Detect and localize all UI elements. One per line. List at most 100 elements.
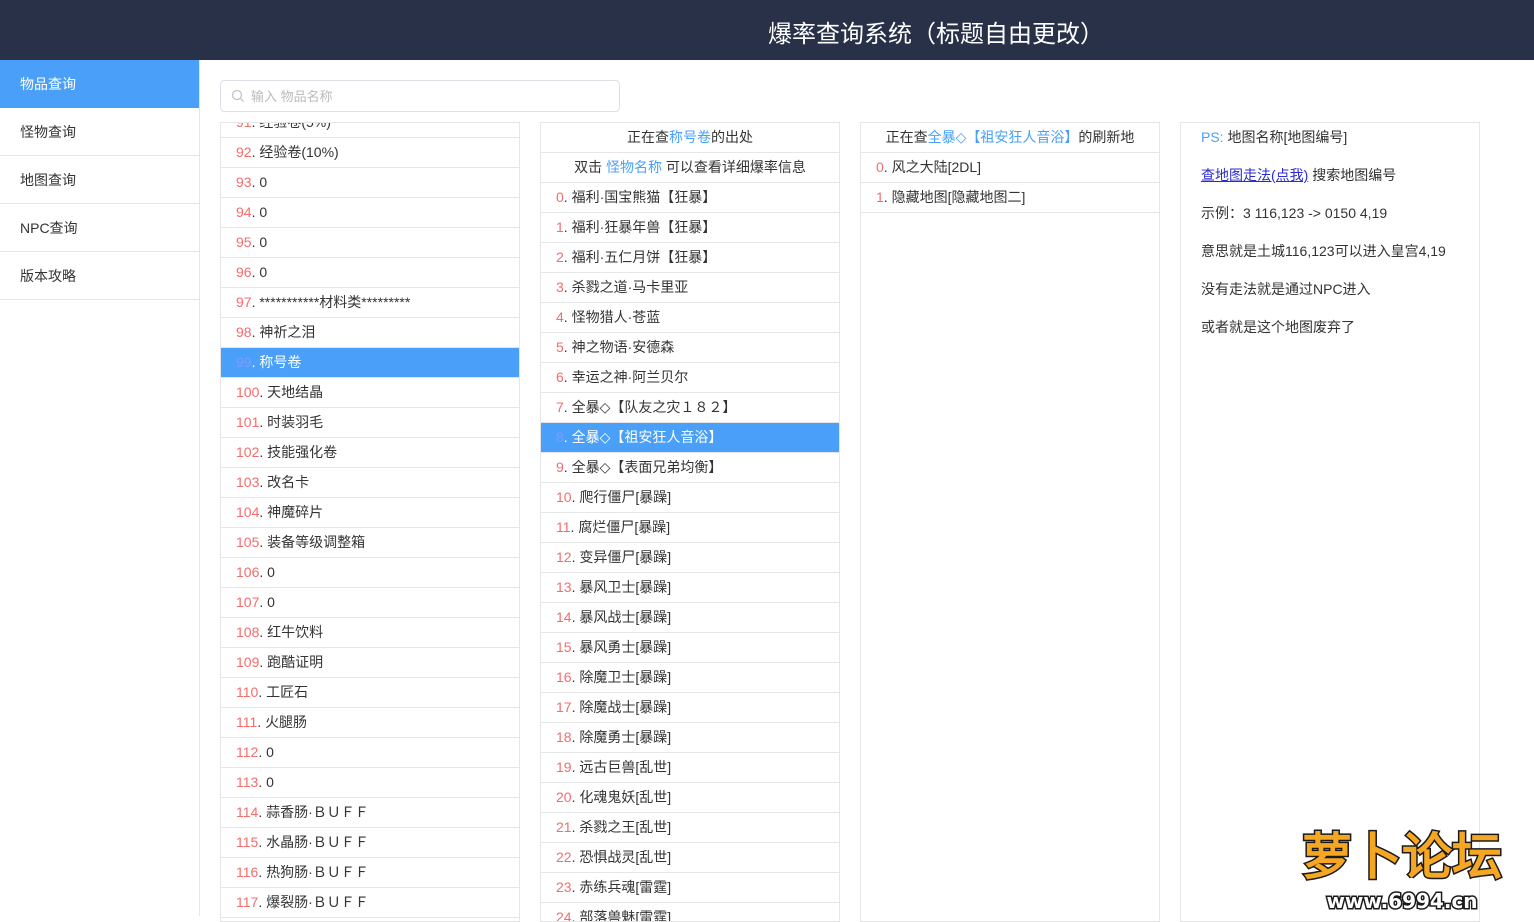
row-separator: . (563, 189, 572, 205)
item-row[interactable]: 116. 热狗肠·ＢＵＦＦ (221, 858, 519, 888)
monster-row[interactable]: 11. 腐烂僵尸[暴躁] (541, 513, 839, 543)
monster-row[interactable]: 9. 全暴◇【表面兄弟均衡】 (541, 453, 839, 483)
monster-row[interactable]: 19. 远古巨兽[乱世] (541, 753, 839, 783)
item-row[interactable]: 105. 装备等级调整箱 (221, 528, 519, 558)
monster-row[interactable]: 16. 除魔卫士[暴躁] (541, 663, 839, 693)
sidebar-item-npc-query[interactable]: NPC查询 (0, 204, 199, 252)
item-row[interactable]: 95. 0 (221, 228, 519, 258)
item-row[interactable]: 108. 红牛饮料 (221, 618, 519, 648)
row-name: 杀戮之王[乱世] (579, 819, 672, 835)
monster-row[interactable]: 7. 全暴◇【队友之灾１８２】 (541, 393, 839, 423)
row-name: 福利·狂暴年兽【狂暴】 (571, 219, 717, 235)
map-panel-header: 正在查全暴◇【祖安狂人音浴】的刷新地 (861, 123, 1159, 153)
monster-row[interactable]: 4. 怪物猎人·苍蓝 (541, 303, 839, 333)
monster-row[interactable]: 10. 爬行僵尸[暴躁] (541, 483, 839, 513)
map-route-link[interactable]: 查地图走法(点我) (1201, 167, 1308, 183)
row-separator: . (258, 684, 267, 700)
monster-row[interactable]: 3. 杀戮之道·马卡里亚 (541, 273, 839, 303)
item-row[interactable]: 111. 火腿肠 (221, 708, 519, 738)
monster-row[interactable]: 1. 福利·狂暴年兽【狂暴】 (541, 213, 839, 243)
row-index: 102 (236, 444, 260, 460)
item-row[interactable]: 94. 0 (221, 198, 519, 228)
monster-row[interactable]: 0. 福利·国宝熊猫【狂暴】 (541, 183, 839, 213)
item-row[interactable]: 112. 0 (221, 738, 519, 768)
item-row[interactable]: 96. 0 (221, 258, 519, 288)
row-name: 跑酷证明 (267, 654, 324, 670)
monster-row[interactable]: 2. 福利·五仁月饼【狂暴】 (541, 243, 839, 273)
item-row[interactable]: 110. 工匠石 (221, 678, 519, 708)
row-name: 赤练兵魂[雷霆] (579, 879, 672, 895)
item-list-panel[interactable]: 91. 经验卷(5%) 92. 经验卷(10%) 93. 0 94. 0 95. 0 96… (220, 122, 520, 922)
item-row[interactable]: 92. 经验卷(10%) (221, 138, 519, 168)
item-row[interactable]: 100. 天地结晶 (221, 378, 519, 408)
monster-row[interactable]: 17. 除魔战士[暴躁] (541, 693, 839, 723)
row-separator: . (563, 459, 572, 475)
monster-row[interactable]: 24. 部落兽魅[雷霆] (541, 903, 839, 921)
item-row[interactable]: 98. 神祈之泪 (221, 318, 519, 348)
map-row[interactable]: 1. 隐藏地图[隐藏地图二] (861, 183, 1159, 213)
sidebar-item-map-query[interactable]: 地图查询 (0, 156, 199, 204)
monster-row[interactable]: 13. 暴风卫士[暴躁] (541, 573, 839, 603)
map-list: 0. 风之大陆[2DL] 1. 隐藏地图[隐藏地图二] (861, 153, 1159, 213)
row-separator: . (258, 894, 267, 910)
row-index: 97 (236, 294, 252, 310)
sidebar-item-version-guide[interactable]: 版本攻略 (0, 252, 199, 300)
row-name: 天地结晶 (267, 384, 324, 400)
row-separator: . (883, 189, 892, 205)
item-row[interactable]: 117. 爆裂肠·ＢＵＦＦ (221, 888, 519, 918)
row-index: 112 (236, 744, 259, 760)
page-title: 爆率查询系统（标题自由更改） (768, 21, 1104, 48)
row-name: 装备等级调整箱 (267, 534, 366, 550)
sidebar-item-monster-query[interactable]: 怪物查询 (0, 108, 199, 156)
item-row[interactable]: 93. 0 (221, 168, 519, 198)
item-row[interactable]: 103. 改名卡 (221, 468, 519, 498)
row-name: 恐惧战灵[乱世] (579, 849, 672, 865)
row-name: 暴风战士[暴躁] (579, 609, 672, 625)
item-row[interactable]: 106. 0 (221, 558, 519, 588)
item-row[interactable]: 115. 水晶肠·ＢＵＦＦ (221, 828, 519, 858)
monster-row[interactable]: 22. 恐惧战灵[乱世] (541, 843, 839, 873)
row-name: 化魂鬼妖[乱世] (579, 789, 672, 805)
row-index: 18 (556, 729, 572, 745)
hint-prefix: 双击 (574, 159, 603, 175)
item-row[interactable]: 99. 称号卷 (221, 348, 519, 378)
item-row[interactable]: 104. 神魔碎片 (221, 498, 519, 528)
map-row[interactable]: 0. 风之大陆[2DL] (861, 153, 1159, 183)
monster-row[interactable]: 15. 暴风勇士[暴躁] (541, 633, 839, 663)
item-row[interactable]: 113. 0 (221, 768, 519, 798)
row-name: 蒜香肠·ＢＵＦＦ (266, 804, 369, 820)
search-input[interactable] (251, 81, 611, 111)
forum-watermark-logo: 萝卜论坛 www.6994.cn (1301, 827, 1504, 915)
monster-row[interactable]: 6. 幸运之神·阿兰贝尔 (541, 363, 839, 393)
monster-row[interactable]: 12. 变异僵尸[暴躁] (541, 543, 839, 573)
monster-row[interactable]: 8. 全暴◇【祖安狂人音浴】 (541, 423, 839, 453)
ps-label: PS: (1201, 129, 1224, 145)
row-index: 5 (556, 339, 564, 355)
item-row[interactable]: 109. 跑酷证明 (221, 648, 519, 678)
sidebar-item-item-query[interactable]: 物品查询 (0, 60, 199, 108)
item-row[interactable]: 101. 时装羽毛 (221, 408, 519, 438)
item-row[interactable]: 91. 经验卷(5%) (221, 122, 519, 138)
row-name: 全暴◇【队友之灾１８２】 (571, 399, 737, 415)
map-list-panel[interactable]: 正在查全暴◇【祖安狂人音浴】的刷新地 0. 风之大陆[2DL] 1. 隐藏地图[隐… (860, 122, 1160, 922)
item-row[interactable]: 107. 0 (221, 588, 519, 618)
monster-row[interactable]: 18. 除魔勇士[暴躁] (541, 723, 839, 753)
monster-row[interactable]: 21. 杀戮之王[乱世] (541, 813, 839, 843)
monster-row[interactable]: 20. 化魂鬼妖[乱世] (541, 783, 839, 813)
row-index: 15 (556, 639, 572, 655)
row-separator: . (259, 474, 268, 490)
row-index: 101 (236, 414, 260, 430)
monster-row[interactable]: 14. 暴风战士[暴躁] (541, 603, 839, 633)
item-row[interactable]: 114. 蒜香肠·ＢＵＦＦ (221, 798, 519, 828)
row-name: 经验卷(5%) (259, 122, 331, 130)
abandoned-line: 或者就是这个地图废弃了 (1201, 319, 1355, 335)
monster-row[interactable]: 23. 赤练兵魂[雷霆] (541, 873, 839, 903)
item-row[interactable]: 102. 技能强化卷 (221, 438, 519, 468)
row-index: 3 (556, 279, 564, 295)
item-row[interactable]: 97. ***********材料类********* (221, 288, 519, 318)
row-name: 0 (266, 744, 274, 760)
row-name: 杀戮之道·马卡里亚 (571, 279, 689, 295)
monster-list-panel[interactable]: 正在查称号卷的出处 双击 怪物名称 可以查看详细爆率信息 0. 福利·国宝熊猫【… (540, 122, 840, 922)
monster-row[interactable]: 5. 神之物语·安德森 (541, 333, 839, 363)
row-index: 116 (236, 864, 259, 880)
